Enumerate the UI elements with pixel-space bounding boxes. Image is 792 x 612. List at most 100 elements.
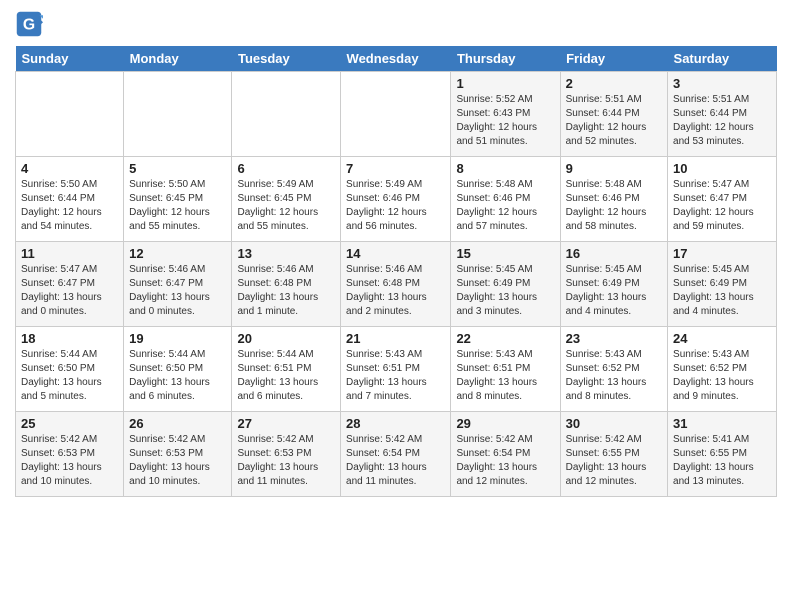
day-info: Sunrise: 5:46 AM Sunset: 6:47 PM Dayligh… [129, 263, 226, 319]
day-cell: 6 Sunrise: 5:49 AM Sunset: 6:45 PM Daylig… [232, 157, 341, 242]
day-cell: 29Sunrise: 5:42 AM Sunset: 6:54 PM Dayli… [451, 412, 560, 497]
day-info: Sunrise: 5:48 AM Sunset: 6:46 PM Dayligh… [456, 178, 554, 234]
day-number: 30 [566, 416, 662, 431]
day-cell: 21 Sunrise: 5:43 AM Sunset: 6:51 PM Dayli… [341, 327, 451, 412]
weekday-header-friday: Friday [560, 46, 667, 72]
day-cell [16, 72, 124, 157]
weekday-header-monday: Monday [124, 46, 232, 72]
day-cell: 25 Sunrise: 5:42 AM Sunset: 6:53 PM Dayli… [16, 412, 124, 497]
day-number: 2 [566, 76, 662, 91]
day-info: Sunrise: 5:44 AM Sunset: 6:51 PM Dayligh… [237, 348, 335, 404]
day-number: 6 [237, 161, 335, 176]
day-cell [124, 72, 232, 157]
day-info: Sunrise: 5:42 AM Sunset: 6:53 PM Dayligh… [21, 433, 118, 489]
day-cell: 13 Sunrise: 5:46 AM Sunset: 6:48 PM Dayli… [232, 242, 341, 327]
day-cell: 11Sunrise: 5:47 AM Sunset: 6:47 PM Dayli… [16, 242, 124, 327]
day-cell: 9 Sunrise: 5:48 AM Sunset: 6:46 PM Daylig… [560, 157, 667, 242]
day-cell: 28 Sunrise: 5:42 AM Sunset: 6:54 PM Dayli… [341, 412, 451, 497]
day-cell: 22 Sunrise: 5:43 AM Sunset: 6:51 PM Dayli… [451, 327, 560, 412]
day-cell: 14 Sunrise: 5:46 AM Sunset: 6:48 PM Dayli… [341, 242, 451, 327]
day-cell: 8 Sunrise: 5:48 AM Sunset: 6:46 PM Daylig… [451, 157, 560, 242]
day-cell: 18 Sunrise: 5:44 AM Sunset: 6:50 PM Dayli… [16, 327, 124, 412]
day-info: Sunrise: 5:41 AM Sunset: 6:55 PM Dayligh… [673, 433, 771, 489]
day-number: 24 [673, 331, 771, 346]
day-number: 13 [237, 246, 335, 261]
day-info: Sunrise: 5:42 AM Sunset: 6:55 PM Dayligh… [566, 433, 662, 489]
day-info: Sunrise: 5:45 AM Sunset: 6:49 PM Dayligh… [673, 263, 771, 319]
day-cell [341, 72, 451, 157]
day-cell: 12 Sunrise: 5:46 AM Sunset: 6:47 PM Dayli… [124, 242, 232, 327]
weekday-header-tuesday: Tuesday [232, 46, 341, 72]
weekday-header-sunday: Sunday [16, 46, 124, 72]
day-number: 23 [566, 331, 662, 346]
day-cell: 5Sunrise: 5:50 AM Sunset: 6:45 PM Daylig… [124, 157, 232, 242]
day-info: Sunrise: 5:44 AM Sunset: 6:50 PM Dayligh… [129, 348, 226, 404]
day-info: Sunrise: 5:43 AM Sunset: 6:51 PM Dayligh… [346, 348, 445, 404]
day-cell: 1Sunrise: 5:52 AM Sunset: 6:43 PM Daylig… [451, 72, 560, 157]
day-info: Sunrise: 5:46 AM Sunset: 6:48 PM Dayligh… [237, 263, 335, 319]
day-number: 17 [673, 246, 771, 261]
logo: G [15, 10, 47, 38]
calendar-table: SundayMondayTuesdayWednesdayThursdayFrid… [15, 46, 777, 497]
day-number: 20 [237, 331, 335, 346]
week-row-1: 1Sunrise: 5:52 AM Sunset: 6:43 PM Daylig… [16, 72, 777, 157]
day-info: Sunrise: 5:47 AM Sunset: 6:47 PM Dayligh… [673, 178, 771, 234]
day-number: 9 [566, 161, 662, 176]
day-number: 27 [237, 416, 335, 431]
day-number: 25 [21, 416, 118, 431]
day-number: 28 [346, 416, 445, 431]
day-cell: 10Sunrise: 5:47 AM Sunset: 6:47 PM Dayli… [668, 157, 777, 242]
day-info: Sunrise: 5:49 AM Sunset: 6:46 PM Dayligh… [346, 178, 445, 234]
day-cell: 7 Sunrise: 5:49 AM Sunset: 6:46 PM Daylig… [341, 157, 451, 242]
day-number: 26 [129, 416, 226, 431]
day-number: 5 [129, 161, 226, 176]
day-number: 7 [346, 161, 445, 176]
day-cell: 4Sunrise: 5:50 AM Sunset: 6:44 PM Daylig… [16, 157, 124, 242]
day-cell: 23 Sunrise: 5:43 AM Sunset: 6:52 PM Dayli… [560, 327, 667, 412]
day-number: 31 [673, 416, 771, 431]
day-info: Sunrise: 5:43 AM Sunset: 6:52 PM Dayligh… [566, 348, 662, 404]
day-number: 15 [456, 246, 554, 261]
day-cell [232, 72, 341, 157]
weekday-header-saturday: Saturday [668, 46, 777, 72]
day-cell: 17 Sunrise: 5:45 AM Sunset: 6:49 PM Dayli… [668, 242, 777, 327]
day-number: 18 [21, 331, 118, 346]
day-cell: 16Sunrise: 5:45 AM Sunset: 6:49 PM Dayli… [560, 242, 667, 327]
day-info: Sunrise: 5:42 AM Sunset: 6:54 PM Dayligh… [346, 433, 445, 489]
day-info: Sunrise: 5:44 AM Sunset: 6:50 PM Dayligh… [21, 348, 118, 404]
day-number: 3 [673, 76, 771, 91]
day-info: Sunrise: 5:42 AM Sunset: 6:53 PM Dayligh… [237, 433, 335, 489]
day-cell: 15Sunrise: 5:45 AM Sunset: 6:49 PM Dayli… [451, 242, 560, 327]
day-cell: 19 Sunrise: 5:44 AM Sunset: 6:50 PM Dayli… [124, 327, 232, 412]
day-number: 1 [456, 76, 554, 91]
day-info: Sunrise: 5:43 AM Sunset: 6:51 PM Dayligh… [456, 348, 554, 404]
day-info: Sunrise: 5:48 AM Sunset: 6:46 PM Dayligh… [566, 178, 662, 234]
day-cell: 27 Sunrise: 5:42 AM Sunset: 6:53 PM Dayli… [232, 412, 341, 497]
day-cell: 31 Sunrise: 5:41 AM Sunset: 6:55 PM Dayli… [668, 412, 777, 497]
day-number: 14 [346, 246, 445, 261]
logo-icon: G [15, 10, 43, 38]
weekday-header-row: SundayMondayTuesdayWednesdayThursdayFrid… [16, 46, 777, 72]
weekday-header-wednesday: Wednesday [341, 46, 451, 72]
week-row-4: 18 Sunrise: 5:44 AM Sunset: 6:50 PM Dayli… [16, 327, 777, 412]
day-number: 8 [456, 161, 554, 176]
day-number: 11 [21, 246, 118, 261]
day-info: Sunrise: 5:42 AM Sunset: 6:53 PM Dayligh… [129, 433, 226, 489]
day-cell: 3Sunrise: 5:51 AM Sunset: 6:44 PM Daylig… [668, 72, 777, 157]
day-cell: 24 Sunrise: 5:43 AM Sunset: 6:52 PM Dayli… [668, 327, 777, 412]
day-info: Sunrise: 5:51 AM Sunset: 6:44 PM Dayligh… [566, 93, 662, 149]
weekday-header-thursday: Thursday [451, 46, 560, 72]
day-number: 12 [129, 246, 226, 261]
week-row-3: 11Sunrise: 5:47 AM Sunset: 6:47 PM Dayli… [16, 242, 777, 327]
day-info: Sunrise: 5:46 AM Sunset: 6:48 PM Dayligh… [346, 263, 445, 319]
day-number: 21 [346, 331, 445, 346]
day-info: Sunrise: 5:43 AM Sunset: 6:52 PM Dayligh… [673, 348, 771, 404]
calendar-container: G SundayMondayTuesdayWednesdayThursdayFr… [0, 0, 792, 507]
day-info: Sunrise: 5:49 AM Sunset: 6:45 PM Dayligh… [237, 178, 335, 234]
day-cell: 2 Sunrise: 5:51 AM Sunset: 6:44 PM Daylig… [560, 72, 667, 157]
day-cell: 26 Sunrise: 5:42 AM Sunset: 6:53 PM Dayli… [124, 412, 232, 497]
day-number: 16 [566, 246, 662, 261]
day-number: 22 [456, 331, 554, 346]
week-row-2: 4Sunrise: 5:50 AM Sunset: 6:44 PM Daylig… [16, 157, 777, 242]
day-number: 19 [129, 331, 226, 346]
